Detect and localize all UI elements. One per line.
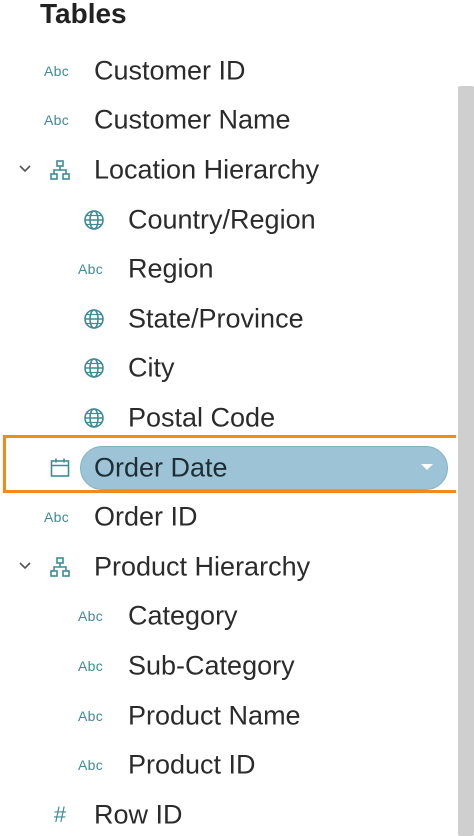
globe-icon	[78, 209, 110, 231]
globe-icon	[78, 357, 110, 379]
field-label: Country/Region	[128, 204, 316, 235]
field-location-hierarchy[interactable]: Location Hierarchy	[0, 145, 456, 195]
field-city[interactable]: City	[0, 344, 456, 394]
field-country-region[interactable]: Country/Region	[0, 195, 456, 245]
field-order-date[interactable]: Order Date	[0, 443, 456, 493]
globe-icon	[78, 308, 110, 330]
string-type-icon: Abc	[78, 261, 104, 278]
field-product-name[interactable]: Abc Product Name	[0, 691, 456, 741]
field-label: Customer Name	[94, 104, 291, 135]
globe-icon	[78, 407, 110, 429]
field-label: Order ID	[94, 501, 198, 532]
string-type-icon: Abc	[44, 509, 70, 526]
field-customer-name[interactable]: Abc Customer Name	[0, 96, 456, 146]
field-label: Product ID	[128, 749, 256, 780]
field-sub-category[interactable]: Abc Sub-Category	[0, 641, 456, 691]
field-product-id[interactable]: Abc Product ID	[0, 740, 456, 790]
string-type-icon: Abc	[78, 707, 104, 724]
string-type-icon: Abc	[44, 112, 70, 129]
chevron-down-icon[interactable]	[17, 558, 33, 574]
selected-field-pill[interactable]: Order Date	[80, 445, 448, 490]
string-type-icon: Abc	[78, 657, 104, 674]
field-state-province[interactable]: State/Province	[0, 294, 456, 344]
field-postal-code[interactable]: Postal Code	[0, 393, 456, 443]
field-label: Category	[128, 600, 238, 631]
field-order-id[interactable]: Abc Order ID	[0, 492, 456, 542]
field-label: Product Name	[128, 700, 301, 731]
field-product-hierarchy[interactable]: Product Hierarchy	[0, 542, 456, 592]
scrollbar-track[interactable]	[456, 0, 474, 836]
chevron-down-icon[interactable]	[17, 161, 33, 177]
field-label: Location Hierarchy	[94, 154, 320, 185]
caret-down-icon[interactable]	[421, 463, 433, 470]
panel-title: Tables	[40, 0, 127, 29]
field-category[interactable]: Abc Category	[0, 592, 456, 642]
string-type-icon: Abc	[78, 608, 104, 625]
calendar-icon	[44, 457, 76, 479]
hierarchy-icon	[44, 556, 76, 578]
field-label: City	[128, 352, 175, 383]
field-label: State/Province	[128, 303, 304, 334]
hierarchy-icon	[44, 159, 76, 181]
field-customer-id[interactable]: Abc Customer ID	[0, 46, 456, 96]
number-type-icon: #	[53, 801, 67, 827]
string-type-icon: Abc	[44, 62, 70, 79]
field-label: Customer ID	[94, 55, 246, 86]
field-row-id[interactable]: # Row ID	[0, 790, 456, 836]
field-list: Abc Customer ID Abc Customer Name Locati…	[0, 46, 456, 836]
field-label: Sub-Category	[128, 650, 295, 681]
field-label: Row ID	[94, 799, 183, 830]
field-label: Region	[128, 253, 214, 284]
field-label: Order Date	[94, 452, 228, 483]
scrollbar-thumb[interactable]	[458, 86, 474, 836]
field-label: Product Hierarchy	[94, 551, 311, 582]
string-type-icon: Abc	[78, 757, 104, 774]
field-region[interactable]: Abc Region	[0, 244, 456, 294]
field-label: Postal Code	[128, 402, 276, 433]
